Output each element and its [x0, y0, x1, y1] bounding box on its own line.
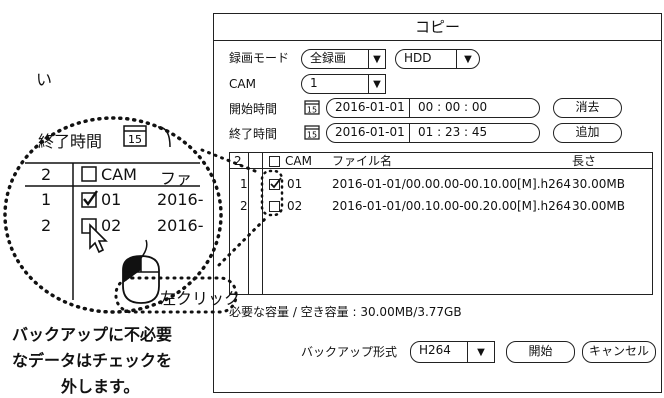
zoom-file-header: ファ — [160, 169, 193, 188]
instruction-line-3: 外します。 — [61, 377, 140, 396]
zoom-row-file: 2016- — [157, 216, 204, 235]
svg-text:15: 15 — [128, 133, 142, 146]
zoom-row-cam: 01 — [101, 190, 122, 209]
zoom-row-number: 2 — [41, 216, 52, 235]
zoom-table-count: 2 — [41, 165, 52, 184]
zoom-end-time-label: 終了時間 — [38, 132, 103, 151]
zoom-row-number: 1 — [41, 190, 52, 209]
mouse-icon — [122, 239, 160, 304]
zoom-row-cam: 02 — [101, 216, 122, 235]
calendar-icon: 15 — [123, 125, 147, 147]
zoom-cam-header: CAM — [101, 165, 137, 184]
instruction-line-2: なデータはチェックを — [12, 351, 173, 370]
highlight-ring — [260, 169, 284, 217]
select-all-checkbox — [81, 166, 97, 182]
zoom-row-file: 2016- — [157, 190, 204, 209]
left-click-label: 左クリック — [160, 289, 241, 308]
instruction-line-1: バックアップに不必要 — [12, 325, 173, 344]
leader-line — [200, 148, 262, 175]
leader-line — [217, 216, 268, 267]
